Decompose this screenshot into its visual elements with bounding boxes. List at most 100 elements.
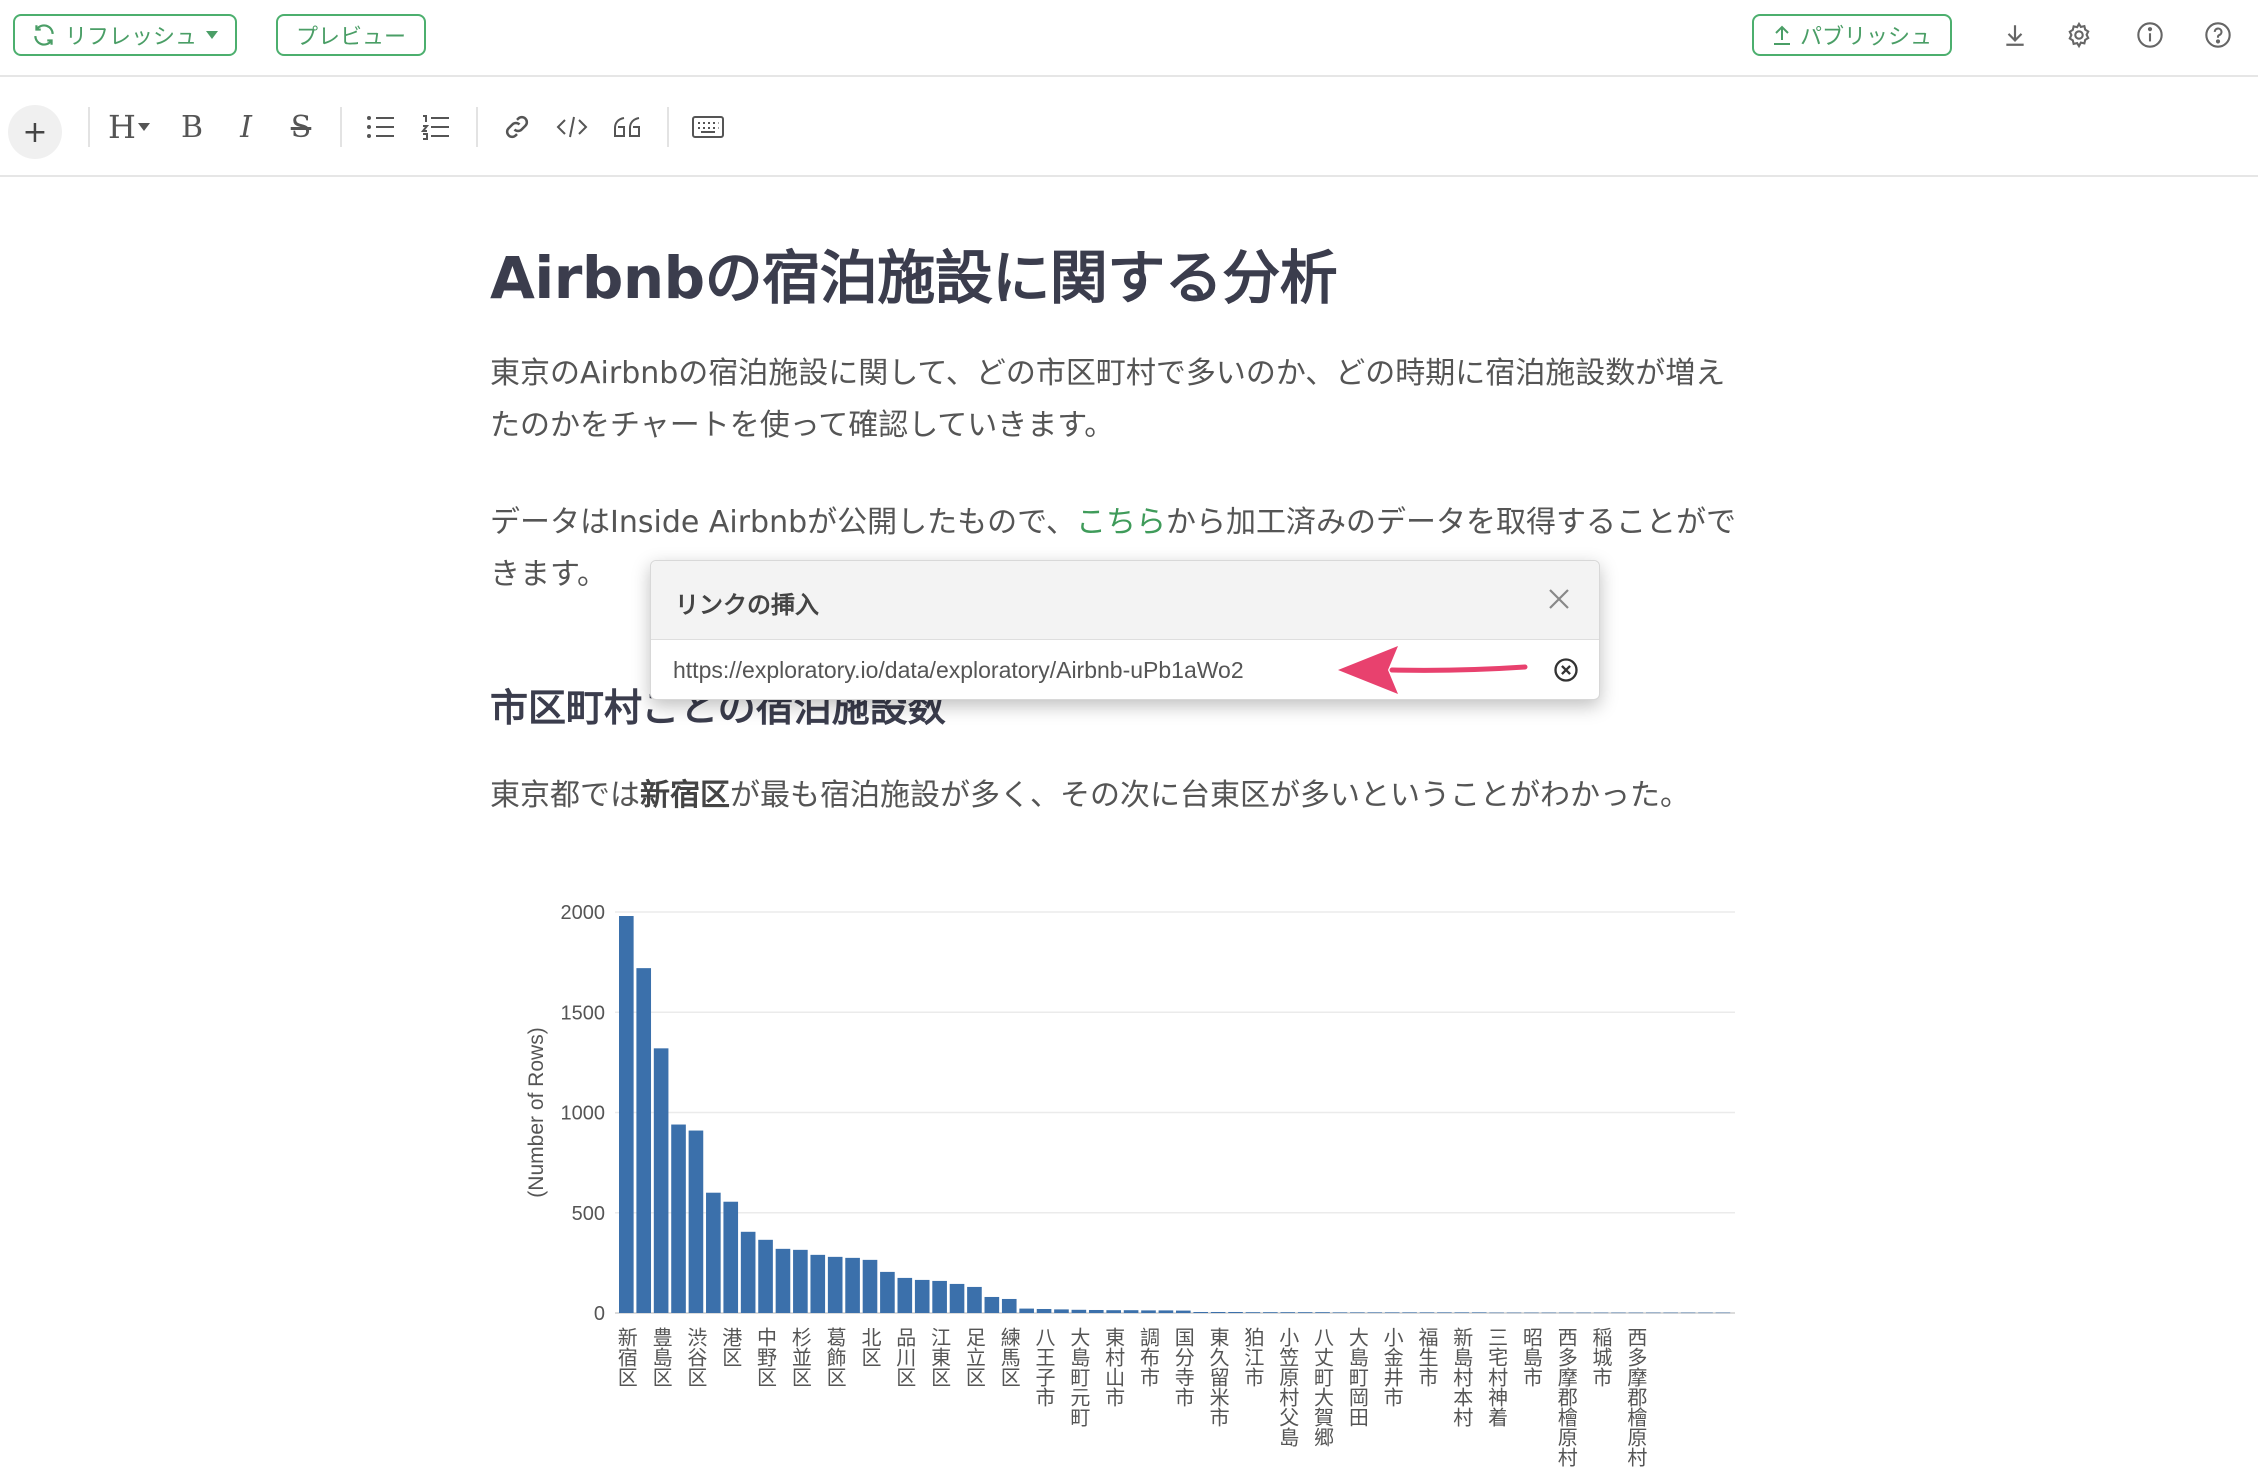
keyboard-shortcuts-button[interactable] (688, 107, 728, 147)
gear-icon[interactable] (2062, 18, 2096, 52)
bar (1245, 1312, 1261, 1313)
clear-input-icon[interactable] (1549, 653, 1583, 687)
preview-button[interactable]: プレビュー (276, 14, 427, 56)
info-icon[interactable] (2133, 18, 2167, 52)
x-tick-label: 中野区 (754, 1327, 778, 1387)
bar (706, 1192, 721, 1313)
bar (1036, 1308, 1052, 1313)
x-tick-label: 渋谷区 (684, 1327, 708, 1387)
bar (914, 1279, 930, 1313)
heading-button[interactable]: H (108, 107, 150, 147)
x-tick-label: 豊島区 (649, 1327, 673, 1387)
quote-button[interactable] (607, 107, 647, 147)
code-icon (556, 116, 588, 138)
publish-label: パブリッシュ (1800, 25, 1933, 50)
bar (1001, 1298, 1017, 1313)
strikethrough-button[interactable]: S (281, 107, 321, 147)
bar (1628, 1312, 1644, 1314)
numbered-list-icon (421, 115, 449, 140)
editor-toolbar: + H B I S (0, 77, 2258, 177)
bar (1402, 1312, 1417, 1313)
bar (1437, 1312, 1452, 1313)
paragraph-text: たのかをチャートを使って確認していきます。 (490, 408, 1115, 443)
x-tick-label: 新島村本村 (1450, 1327, 1474, 1427)
bar (1263, 1312, 1278, 1313)
summary-paragraph[interactable]: 東京都では新宿区が最も宿泊施設が多く、その次に台東区が多いということがわかった。 (490, 770, 1780, 822)
bar (1471, 1312, 1487, 1313)
x-tick-label: 西多摩郡檜原村 (1624, 1327, 1648, 1467)
italic-button[interactable]: I (226, 107, 266, 147)
upload-icon (1774, 25, 1790, 45)
bar (619, 916, 634, 1313)
y-tick-label: 0 (594, 1303, 605, 1325)
bar (1541, 1312, 1557, 1314)
bar (1663, 1312, 1678, 1314)
bar (740, 1231, 756, 1313)
y-axis-label: (Number of Rows) (525, 1027, 548, 1197)
heading-label: H (108, 108, 136, 146)
bullet-list-icon (367, 116, 394, 138)
refresh-button[interactable]: リフレッシュ (13, 14, 238, 56)
bar (880, 1271, 895, 1313)
quote-icon (614, 117, 640, 137)
bar (1019, 1308, 1034, 1313)
bar (827, 1256, 843, 1313)
bar (1210, 1311, 1226, 1313)
intro-paragraph[interactable]: 東京のAirbnbの宿泊施設に関して、どの市区町村で多いのか、どの時期に宿泊施設… (490, 348, 1780, 452)
bar (1454, 1312, 1470, 1313)
bar (984, 1296, 1000, 1313)
x-tick-label: 大島町元町 (1067, 1327, 1091, 1427)
publish-button[interactable]: パブリッシュ (1752, 14, 1953, 56)
paragraph-text: データはInside Airbnbが公開したもので、 (490, 505, 1076, 540)
bar (1297, 1312, 1313, 1313)
y-tick-label: 2000 (561, 902, 606, 924)
code-button[interactable] (552, 107, 592, 147)
bar (845, 1257, 860, 1313)
bar (897, 1277, 913, 1313)
link-button[interactable] (497, 107, 537, 147)
bar (1332, 1312, 1348, 1313)
bar (1715, 1312, 1731, 1314)
top-bar: リフレッシュ プレビュー パブリッシュ (0, 0, 2258, 77)
dialog-header: リンクの挿入 (651, 561, 1599, 640)
bold-button[interactable]: B (172, 107, 212, 147)
preview-label: プレビュー (296, 25, 407, 50)
bar (1680, 1312, 1696, 1314)
x-tick-label: 港区 (719, 1327, 743, 1367)
bullet-list-button[interactable] (361, 107, 401, 147)
bar (810, 1254, 826, 1313)
document-title[interactable]: Airbnbの宿泊施設に関する分析 (490, 231, 1338, 315)
bar (636, 968, 652, 1313)
inline-link[interactable]: こちら (1076, 505, 1166, 540)
bar (1489, 1312, 1504, 1314)
paragraph-text: から加工済みのデータを取得することがで (1165, 505, 1736, 540)
refresh-icon (34, 24, 54, 46)
x-tick-label: 東久留米市 (1206, 1327, 1230, 1427)
bar (1158, 1310, 1174, 1313)
bar (1106, 1310, 1121, 1313)
paragraph-text: が最も宿泊施設が多く、その次に台東区が多いということがわかった。 (730, 778, 1690, 813)
keyboard-icon (692, 116, 724, 138)
paragraph-text: 東京都では (490, 778, 640, 813)
x-tick-label: 新宿区 (614, 1327, 638, 1387)
y-tick-label: 1000 (561, 1103, 606, 1125)
close-icon[interactable] (1539, 579, 1579, 619)
numbered-list-button[interactable] (416, 107, 456, 147)
bar (1315, 1312, 1330, 1313)
caret-down-icon (206, 31, 219, 39)
bar (1123, 1310, 1139, 1313)
add-block-button[interactable]: + (8, 105, 62, 159)
bar (1367, 1312, 1383, 1313)
bar (1524, 1312, 1539, 1314)
annotation-arrow-icon (1338, 646, 1528, 694)
bar (723, 1201, 739, 1313)
download-icon[interactable] (1998, 18, 2032, 52)
link-icon (505, 115, 529, 139)
x-tick-label: 小金井市 (1380, 1327, 1404, 1407)
bar (1506, 1312, 1522, 1314)
x-tick-label: 北区 (858, 1327, 882, 1367)
help-icon[interactable] (2201, 18, 2235, 52)
toolbar-divider (88, 107, 90, 147)
bar (1141, 1310, 1156, 1313)
bar (671, 1124, 686, 1313)
